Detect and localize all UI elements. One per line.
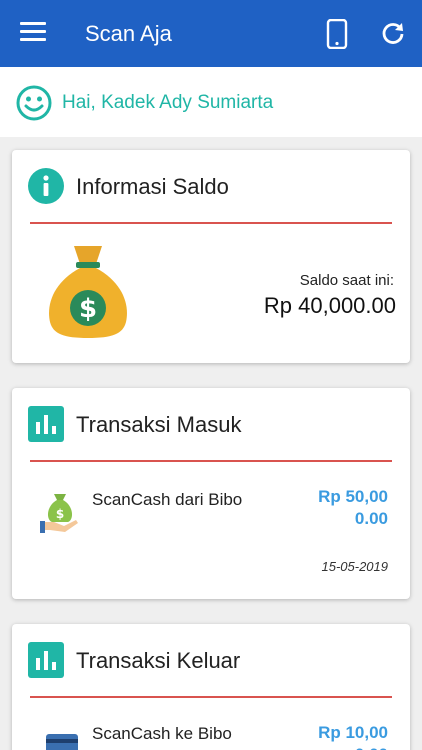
transaksi-keluar-card: Transaksi Keluar ScanCash ke Bibo Rp 10,… bbox=[12, 624, 410, 750]
greeting-text: Hai, Kadek Ady Sumiarta bbox=[62, 92, 274, 113]
transaction-name: ScanCash ke Bibo bbox=[92, 724, 232, 743]
app-bar: Scan Aja bbox=[0, 0, 422, 67]
divider bbox=[30, 222, 392, 224]
money-bag-icon: $ bbox=[49, 246, 127, 338]
phone-icon[interactable] bbox=[326, 19, 348, 49]
info-icon bbox=[28, 168, 64, 204]
divider bbox=[30, 460, 392, 462]
divider bbox=[30, 696, 392, 698]
transaction-amount: Rp 10,000.00 bbox=[318, 723, 388, 750]
bar-chart-icon bbox=[28, 642, 64, 678]
bar-chart-icon bbox=[28, 406, 64, 442]
saldo-label: Saldo saat ini: bbox=[299, 272, 394, 289]
app-title: Scan Aja bbox=[85, 21, 172, 46]
saldo-card: Informasi Saldo $ Saldo saat ini: Rp 40,… bbox=[12, 150, 410, 363]
saldo-value: Rp 40,000.00 bbox=[263, 293, 396, 318]
greeting-bar: Hai, Kadek Ady Sumiarta bbox=[0, 67, 422, 137]
transaction-amount: Rp 50,000.00 bbox=[318, 487, 388, 528]
transaksi-masuk-title: Transaksi Masuk bbox=[76, 412, 242, 437]
money-hand-icon: $ bbox=[40, 494, 78, 533]
refresh-icon[interactable] bbox=[380, 20, 406, 46]
smiley-icon bbox=[16, 85, 52, 121]
svg-text:$: $ bbox=[79, 294, 97, 324]
transaction-name: ScanCash dari Bibo bbox=[92, 490, 243, 509]
svg-text:$: $ bbox=[56, 507, 64, 521]
transaction-date: 15-05-2019 bbox=[321, 559, 389, 574]
card-payment-icon bbox=[46, 734, 78, 750]
transaksi-masuk-card: Transaksi Masuk $ ScanCash dari Bibo Rp … bbox=[12, 388, 410, 599]
menu-icon[interactable] bbox=[20, 22, 46, 44]
saldo-title: Informasi Saldo bbox=[76, 174, 229, 199]
transaksi-keluar-title: Transaksi Keluar bbox=[76, 648, 241, 673]
